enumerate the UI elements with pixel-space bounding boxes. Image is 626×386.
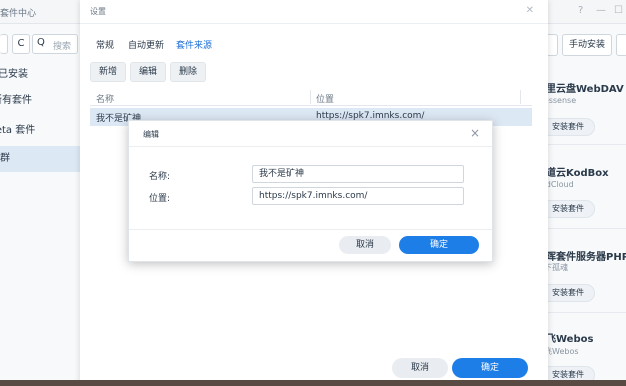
- refresh-icon: C: [17, 38, 25, 49]
- taskbar: [0, 380, 626, 386]
- tab-package-sources[interactable]: 套件来源: [176, 38, 212, 51]
- edit-dialog-header: 编辑 ×: [129, 121, 492, 147]
- settings-header: 设置 ✕: [80, 0, 548, 24]
- window-title: 套件中心: [0, 9, 37, 19]
- right-toolbar-button-more[interactable]: [616, 34, 626, 56]
- name-field[interactable]: 我不是矿神: [252, 165, 464, 183]
- delete-button[interactable]: 删除: [170, 62, 206, 82]
- search-placeholder: 搜索: [53, 42, 72, 52]
- right-toolbar-button-partial[interactable]: [548, 34, 558, 56]
- card-divider: [536, 144, 626, 145]
- nav-item-installed[interactable]: 已安装: [0, 62, 80, 88]
- install-package-button[interactable]: 安装套件: [541, 200, 595, 218]
- tab-auto-update[interactable]: 自动更新: [128, 38, 164, 51]
- ok-button[interactable]: 确定: [452, 358, 528, 378]
- tab-general[interactable]: 常规: [96, 38, 114, 51]
- card-divider: [536, 312, 626, 313]
- manual-install-button[interactable]: 手动安装: [562, 34, 612, 56]
- left-toolbar: C Q 搜索: [0, 34, 80, 56]
- cancel-button[interactable]: 取消: [339, 236, 391, 254]
- nav-item-beta[interactable]: Beta 套件: [0, 118, 80, 144]
- help-icon[interactable]: ?: [578, 5, 583, 16]
- edit-dialog: 编辑 × 名称: 我不是矿神 位置: https://spk7.imnks.co…: [128, 120, 493, 262]
- install-package-button[interactable]: 安装套件: [541, 284, 595, 302]
- location-label: 位置:: [149, 194, 171, 204]
- edit-dialog-title: 编辑: [143, 130, 159, 139]
- location-field[interactable]: https://spk7.imnks.com/: [252, 187, 464, 205]
- cancel-button[interactable]: 取消: [392, 358, 448, 378]
- edit-button[interactable]: 编辑: [130, 62, 166, 82]
- close-icon[interactable]: ✕: [526, 5, 534, 16]
- edit-dialog-divider: [129, 229, 492, 230]
- package-title: 阿里云盘WebDAV: [536, 84, 624, 95]
- card-divider: [536, 228, 626, 229]
- ok-button[interactable]: 确定: [399, 236, 479, 254]
- nav-item-all[interactable]: 所有套件: [0, 88, 80, 114]
- minimize-icon[interactable]: —: [596, 5, 606, 16]
- name-label: 名称:: [149, 172, 171, 182]
- column-divider: [520, 90, 521, 104]
- refresh-button[interactable]: C: [12, 34, 30, 54]
- package-title: 群晖套件服务器PHP: [536, 252, 626, 263]
- column-divider: [310, 90, 311, 104]
- search-icon: Q: [37, 37, 45, 48]
- column-header-name[interactable]: 名称: [96, 92, 114, 105]
- settings-title: 设置: [90, 7, 106, 16]
- nav-item-community[interactable]: 社群: [0, 146, 80, 172]
- table-header: 名称 位置: [90, 88, 532, 106]
- install-package-button[interactable]: 安装套件: [541, 118, 595, 136]
- close-icon[interactable]: ×: [470, 126, 480, 140]
- column-header-location[interactable]: 位置: [316, 92, 334, 105]
- toolbar-button-partial[interactable]: [0, 34, 8, 54]
- maximize-icon[interactable]: ☐: [614, 5, 623, 16]
- search-input[interactable]: Q 搜索: [32, 34, 78, 54]
- add-button[interactable]: 新增: [90, 62, 126, 82]
